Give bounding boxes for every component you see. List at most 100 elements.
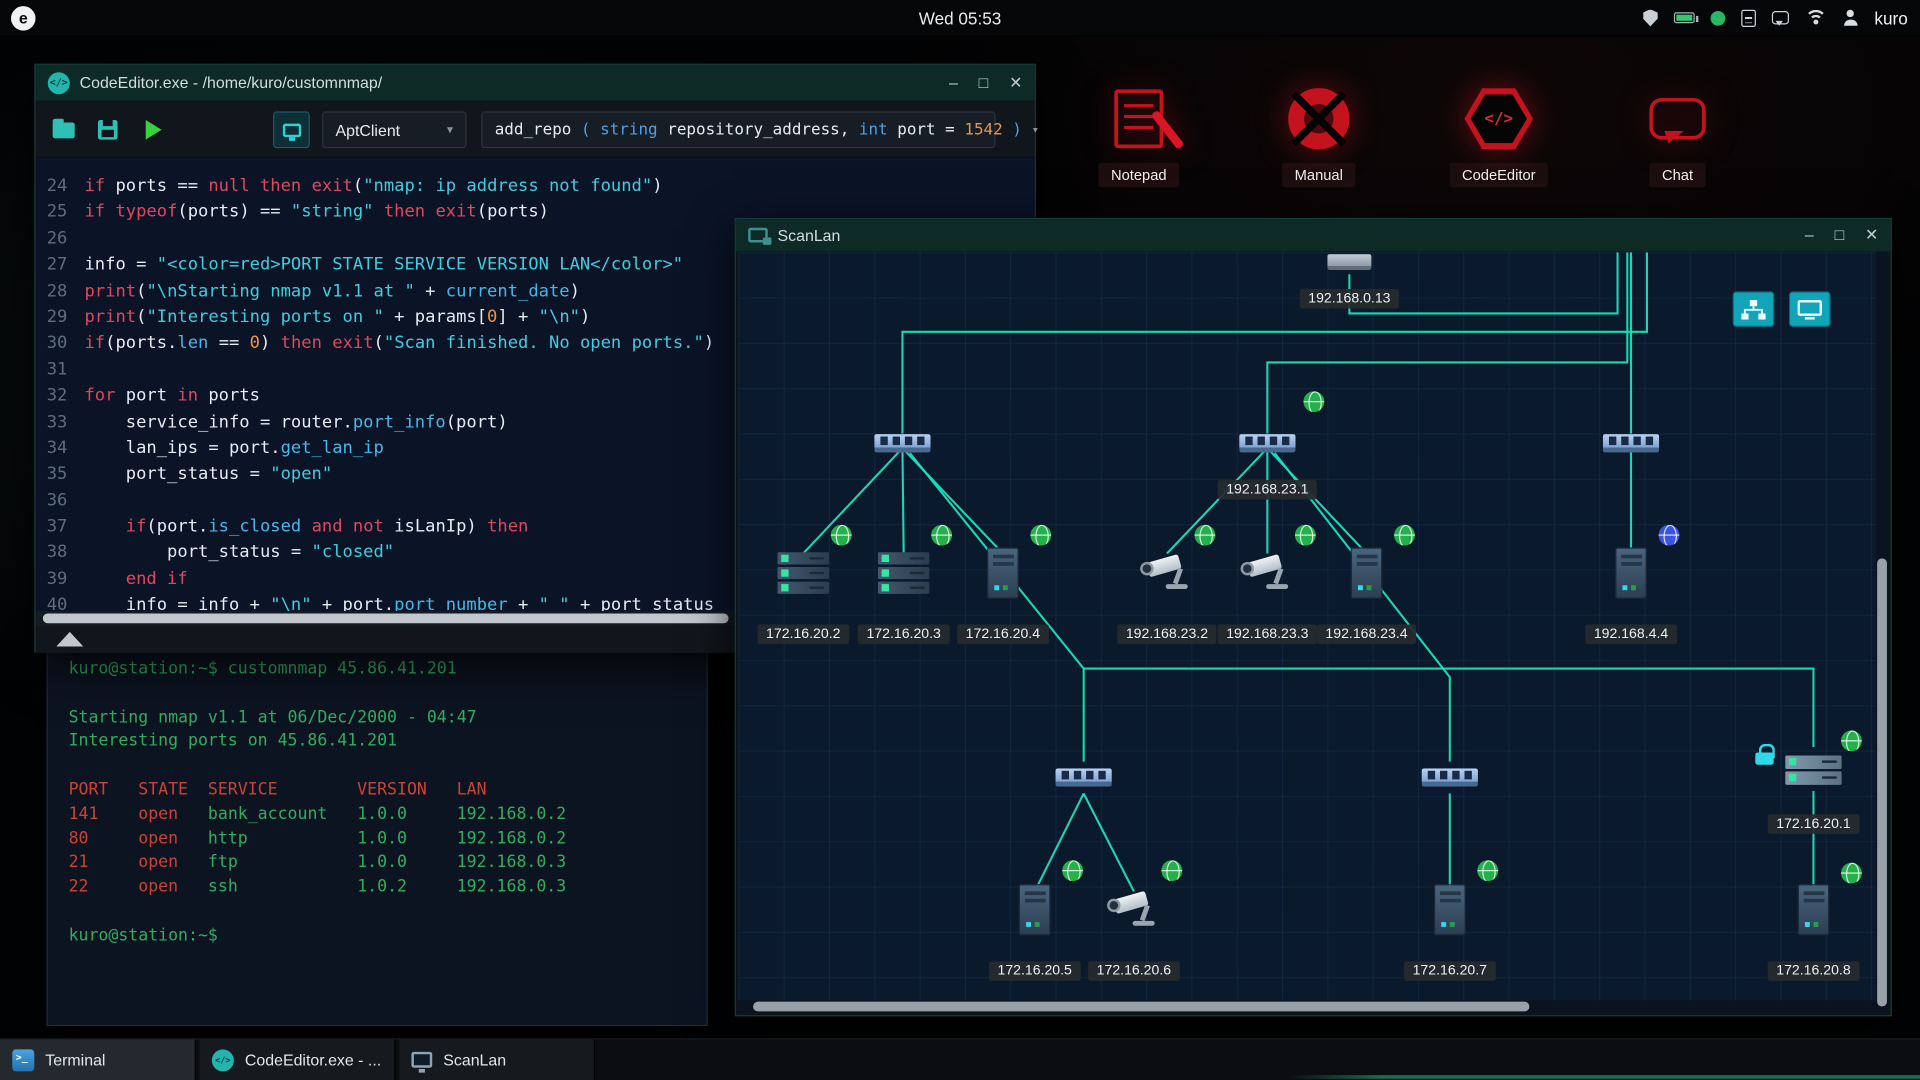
text-token: "string" [291, 203, 374, 223]
vertical-scrollbar[interactable] [1876, 252, 1888, 1012]
text-token: open [138, 853, 178, 873]
text-token: if [84, 333, 105, 353]
line-number: 25 [36, 200, 85, 226]
close-button[interactable]: ✕ [1009, 73, 1022, 93]
maximize-button[interactable]: □ [1835, 225, 1845, 245]
notes-icon[interactable] [1741, 9, 1756, 26]
server-icon [878, 552, 929, 594]
line-number: 36 [36, 488, 85, 514]
desktop-icon-label: CodeEditor [1450, 163, 1548, 187]
taskbar-item-terminal[interactable]: Terminal [0, 1040, 196, 1080]
text-token: then [281, 333, 322, 353]
terminal-icon [12, 1049, 34, 1071]
status-dot-icon[interactable] [1710, 10, 1725, 25]
taskbar-item-scanlan[interactable]: ScanLan [399, 1040, 595, 1080]
minimize-button[interactable]: – [949, 73, 958, 93]
chat-icon[interactable] [1772, 11, 1789, 24]
shield-icon[interactable] [1643, 9, 1658, 26]
text-token: kuro@station:~$ [69, 925, 228, 945]
remote-view-button[interactable] [1789, 291, 1831, 327]
text-token [98, 804, 138, 824]
close-button[interactable]: ✕ [1865, 225, 1878, 245]
battery-icon[interactable] [1674, 12, 1695, 23]
client-dropdown[interactable]: AptClient ▾ [322, 111, 466, 148]
text-token: bank_account 1.0.0 192.168.0.2 [178, 804, 566, 824]
save-button[interactable] [89, 111, 126, 148]
desktop-icon-codeeditor[interactable]: </> CodeEditor [1428, 86, 1570, 188]
text-token: "Scan finished. No open ports." [384, 333, 704, 353]
open-file-button[interactable] [45, 111, 82, 148]
node-ip-label: 172.16.20.6 [1088, 961, 1180, 981]
text-token: get_lan_ip [281, 438, 384, 458]
horizontal-scrollbar[interactable] [738, 1000, 1876, 1012]
text-token: in [177, 386, 198, 406]
text-token: Starting nmap v1.1 at 06/Dec/2000 - 04:4… [69, 707, 477, 727]
lock-icon [1755, 744, 1773, 765]
maximize-button[interactable]: □ [979, 73, 989, 93]
text-token: end if [126, 569, 188, 589]
text-token: port_status = [84, 543, 311, 563]
network-map[interactable]: 192.168.0.13192.168.23.1172.16.20.2172.1… [738, 252, 1888, 1012]
text-token: ( [136, 307, 146, 327]
scanlan-titlebar[interactable]: ScanLan – □ ✕ [736, 219, 1891, 252]
globe-icon [1295, 525, 1316, 546]
desktop-icon-notepad[interactable]: Notepad [1068, 86, 1210, 188]
function-signature: add_repo ( string repository_address, in… [495, 121, 1022, 139]
text-token: ( [374, 333, 384, 353]
function-signature-dropdown[interactable]: add_repo ( string repository_address, in… [481, 111, 995, 148]
tower-icon [1798, 884, 1830, 935]
text-token: ssh 1.0.2 192.168.0.3 [178, 877, 566, 897]
os-logo-icon[interactable]: e [11, 6, 35, 30]
globe-blue-icon [1659, 525, 1680, 546]
terminal-line: 141 open bank_account 1.0.0 192.168.0.2 [69, 803, 707, 827]
text-token: == [208, 333, 249, 353]
line-number: 35 [36, 462, 85, 488]
taskbar-item-codeeditor[interactable]: CodeEditor.exe - ... [200, 1040, 396, 1080]
node-ip-label: 192.168.23.1 [1218, 480, 1317, 500]
text-token: ) [260, 333, 281, 353]
terminal-window[interactable]: kuro@station:~$ customnmap 45.86.41.201 … [47, 642, 708, 1026]
scanlan-tools [1733, 291, 1831, 327]
text-token: open [138, 804, 178, 824]
node-ip-label: 172.16.20.1 [1768, 814, 1860, 834]
taskbar: Terminal CodeEditor.exe - ... ScanLan [0, 1038, 1920, 1080]
text-token: (port. [146, 517, 208, 537]
wifi-icon[interactable] [1805, 10, 1827, 26]
minimize-button[interactable]: – [1805, 225, 1814, 245]
scrollbar-thumb[interactable] [1877, 558, 1887, 1006]
username: kuro [1874, 8, 1907, 28]
text-token: (ports. [105, 333, 177, 353]
text-token: (port) [446, 412, 508, 432]
node-ip-label: 192.168.23.3 [1218, 624, 1317, 644]
scrollbar-thumb[interactable] [43, 613, 729, 623]
text-token: + [415, 281, 446, 301]
text-token: null [208, 176, 249, 196]
user-icon[interactable] [1843, 10, 1859, 26]
run-button[interactable] [133, 111, 170, 148]
text-token: if [126, 517, 147, 537]
text-token: "\n" [539, 307, 580, 327]
node-ip-label: 192.168.23.2 [1117, 624, 1216, 644]
text-token: len [177, 333, 208, 353]
text-token [322, 333, 332, 353]
text-token: 1542 [964, 121, 1012, 139]
taskbar-accent [1288, 1075, 1920, 1079]
text-token: service_info = router. [84, 412, 352, 432]
lan-view-button[interactable] [1733, 291, 1775, 327]
camera-icon [1239, 552, 1295, 594]
terminal-line: 80 open http 1.0.0 192.168.0.2 [69, 827, 707, 851]
terminal-line [69, 900, 707, 924]
node-ip-label: 172.16.20.4 [957, 624, 1049, 644]
text-token: + [508, 595, 539, 611]
text-token: then [260, 176, 301, 196]
codeeditor-titlebar[interactable]: CodeEditor.exe - /home/kuro/customnmap/ … [36, 65, 1035, 102]
code-line[interactable]: 24if ports == null then exit("nmap: ip a… [36, 174, 1035, 200]
window-title: CodeEditor.exe - /home/kuro/customnmap/ [80, 73, 383, 91]
target-client-button[interactable] [273, 111, 310, 148]
scroll-up-arrow[interactable] [56, 632, 83, 647]
line-number: 34 [36, 436, 85, 462]
scrollbar-thumb[interactable] [753, 1002, 1529, 1012]
text-token: 80 [69, 828, 89, 848]
desktop-icon-manual[interactable]: Manual [1248, 86, 1390, 188]
desktop-icon-chat[interactable]: Chat [1607, 86, 1749, 188]
